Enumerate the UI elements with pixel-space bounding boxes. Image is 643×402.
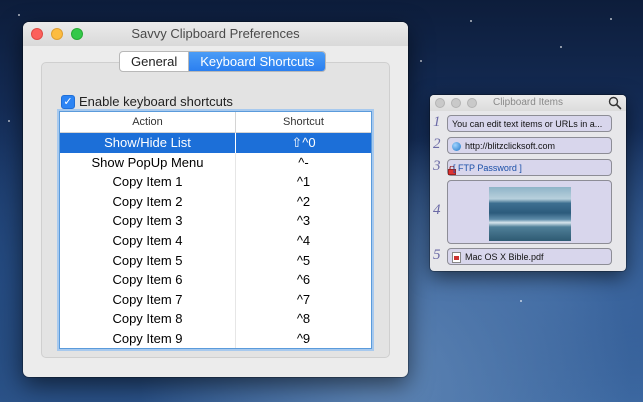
background-star [560, 46, 562, 48]
action-cell: Copy Item 7 [60, 289, 236, 310]
tab-general[interactable]: General [120, 52, 188, 71]
shortcut-cell[interactable]: ^9 [236, 329, 371, 348]
shortcut-cell[interactable]: ⇧^0 [236, 133, 371, 153]
table-row[interactable]: Copy Item 2 ^2 [60, 191, 371, 212]
background-star [610, 18, 612, 20]
shortcut-cell[interactable]: ^8 [236, 309, 371, 329]
action-cell: Copy Item 9 [60, 328, 236, 348]
clip-item-image[interactable] [447, 180, 612, 244]
background-star [8, 120, 10, 122]
shortcut-cell[interactable]: ^2 [236, 192, 371, 212]
column-header-shortcut[interactable]: Shortcut [236, 112, 371, 132]
clip-item-text[interactable]: You can edit text items or URLs in a... [447, 115, 612, 132]
image-thumbnail [489, 187, 571, 241]
tab-keyboard-shortcuts[interactable]: Keyboard Shortcuts [188, 52, 326, 71]
action-cell: Copy Item 3 [60, 211, 236, 231]
clip-item-file[interactable]: Mac OS X Bible.pdf [447, 248, 612, 265]
table-row[interactable]: Copy Item 1 ^1 [60, 172, 371, 192]
shortcut-cell[interactable]: ^5 [236, 251, 371, 271]
preferences-window: Savvy Clipboard Preferences General Keyb… [23, 22, 408, 377]
table-row[interactable]: Copy Item 9 ^9 [60, 328, 371, 348]
background-star [420, 60, 422, 62]
clip-item-number: 3 [433, 158, 441, 174]
clip-item-label: http://blitzclicksoft.com [465, 141, 556, 151]
clip-item-url[interactable]: http://blitzclicksoft.com [447, 137, 612, 154]
background-star [470, 20, 472, 22]
table-row[interactable]: Copy Item 7 ^7 [60, 289, 371, 310]
clip-item-number: 4 [433, 202, 441, 218]
clipboard-items-window: Clipboard Items 1 You can edit text item… [430, 95, 626, 271]
enable-shortcuts-checkbox[interactable]: ✓ [61, 94, 75, 109]
globe-icon [452, 142, 461, 151]
clip-item-number: 2 [433, 136, 441, 152]
table-row[interactable]: Copy Item 5 ^5 [60, 250, 371, 271]
enable-shortcuts-row[interactable]: ✓ Enable keyboard shortcuts [61, 94, 233, 109]
shortcut-cell[interactable]: ^7 [236, 290, 371, 310]
table-row[interactable]: Show/Hide List ⇧^0 [60, 133, 371, 153]
table-row[interactable]: Copy Item 4 ^4 [60, 230, 371, 251]
table-row[interactable]: Copy Item 8 ^8 [60, 309, 371, 329]
background-star [520, 300, 522, 302]
action-cell: Copy Item 6 [60, 270, 236, 290]
action-cell: Show PopUp Menu [60, 152, 236, 173]
clipboard-window-title: Clipboard Items [492, 97, 564, 108]
table-header: Action Shortcut [60, 112, 371, 133]
action-cell: Copy Item 2 [60, 191, 236, 212]
preferences-tabs: General Keyboard Shortcuts [119, 51, 327, 72]
shortcut-cell[interactable]: ^6 [236, 270, 371, 290]
clip-item-label: You can edit text items or URLs in a... [452, 119, 603, 129]
clip-item-label: [ FTP Password ] [453, 163, 522, 173]
clipboard-titlebar[interactable]: Clipboard Items [430, 95, 626, 111]
table-row[interactable]: Copy Item 3 ^3 [60, 211, 371, 231]
window-title: Savvy Clipboard Preferences [131, 26, 300, 41]
clip-item-label: Mac OS X Bible.pdf [465, 252, 544, 262]
shortcut-cell[interactable]: ^- [236, 153, 371, 173]
action-cell: Copy Item 5 [60, 250, 236, 271]
action-cell: Copy Item 8 [60, 309, 236, 329]
shortcuts-table[interactable]: Action Shortcut Show/Hide List ⇧^0 Show … [59, 111, 372, 349]
action-cell: Copy Item 1 [60, 172, 236, 192]
shortcut-cell[interactable]: ^1 [236, 172, 371, 192]
action-cell: Copy Item 4 [60, 230, 236, 251]
table-row[interactable]: Show PopUp Menu ^- [60, 152, 371, 173]
clip-item-number: 1 [433, 114, 441, 130]
enable-shortcuts-label[interactable]: Enable keyboard shortcuts [79, 94, 233, 109]
shortcut-cell[interactable]: ^4 [236, 231, 371, 251]
preferences-titlebar[interactable]: Savvy Clipboard Preferences [23, 22, 408, 46]
pdf-icon [452, 252, 461, 263]
background-star [18, 14, 20, 16]
clip-item-password[interactable]: [ FTP Password ] [447, 159, 612, 176]
shortcut-cell[interactable]: ^3 [236, 211, 371, 231]
search-icon[interactable] [608, 96, 622, 110]
clip-item-number: 5 [433, 247, 441, 263]
action-cell: Show/Hide List [60, 133, 236, 153]
table-row[interactable]: Copy Item 6 ^6 [60, 270, 371, 290]
column-header-action[interactable]: Action [60, 112, 236, 132]
